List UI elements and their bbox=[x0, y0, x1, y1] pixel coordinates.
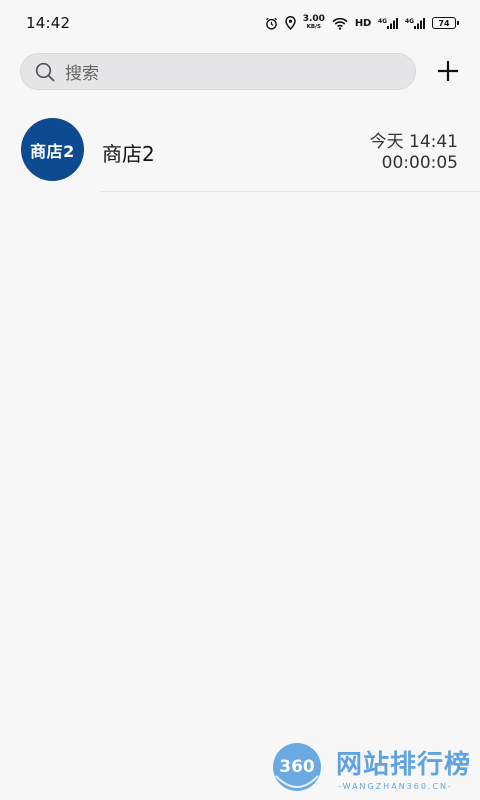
alarm-icon bbox=[265, 17, 278, 30]
hd-indicator: HD bbox=[355, 18, 371, 29]
avatar: 商店2 bbox=[21, 118, 84, 181]
net-speed: 3.00 KB/S bbox=[303, 15, 325, 31]
status-bar: 14:42 3.00 KB/S HD 4G 4G 74 bbox=[0, 0, 480, 46]
search-bar[interactable]: 搜索 bbox=[20, 53, 416, 90]
item-name: 商店2 bbox=[102, 142, 155, 166]
avatar-text: 商店2 bbox=[30, 141, 75, 161]
item-time: 今天 14:41 bbox=[369, 132, 458, 152]
battery-icon: 74 bbox=[432, 17, 459, 29]
location-icon bbox=[284, 16, 296, 30]
signal1-label: 4G bbox=[378, 18, 387, 25]
screen: 14:42 3.00 KB/S HD 4G 4G 74 搜索 商店2 商店2 今… bbox=[0, 0, 480, 800]
watermark-title: 网站排行榜 bbox=[336, 750, 472, 780]
net-speed-value: 3.00 bbox=[302, 14, 325, 25]
watermark: 360 网站排行榜 -WANGZHAN360.CN- bbox=[266, 738, 480, 800]
hd-label: HD bbox=[354, 17, 371, 29]
watermark-subtitle: -WANGZHAN360.CN- bbox=[338, 782, 453, 791]
signal-icon-1: 4G bbox=[378, 17, 398, 30]
wifi-icon bbox=[332, 17, 348, 30]
signal-icon-2: 4G bbox=[405, 17, 425, 30]
net-speed-unit: KB/S bbox=[306, 24, 322, 31]
signal2-label: 4G bbox=[405, 18, 414, 25]
status-icons: 3.00 KB/S HD 4G 4G 74 bbox=[265, 13, 459, 33]
list-divider bbox=[100, 191, 480, 192]
watermark-logo-number: 360 bbox=[279, 757, 315, 777]
list-item[interactable]: 商店2 商店2 今天 14:41 00:00:05 bbox=[0, 110, 480, 192]
item-duration: 00:00:05 bbox=[381, 153, 458, 173]
watermark-logo-icon: 360 bbox=[273, 743, 321, 791]
search-icon bbox=[35, 62, 55, 82]
battery-level: 74 bbox=[438, 18, 450, 28]
search-placeholder: 搜索 bbox=[65, 64, 99, 84]
plus-icon bbox=[436, 59, 460, 87]
add-button[interactable] bbox=[434, 59, 462, 87]
status-time: 14:42 bbox=[26, 14, 71, 32]
